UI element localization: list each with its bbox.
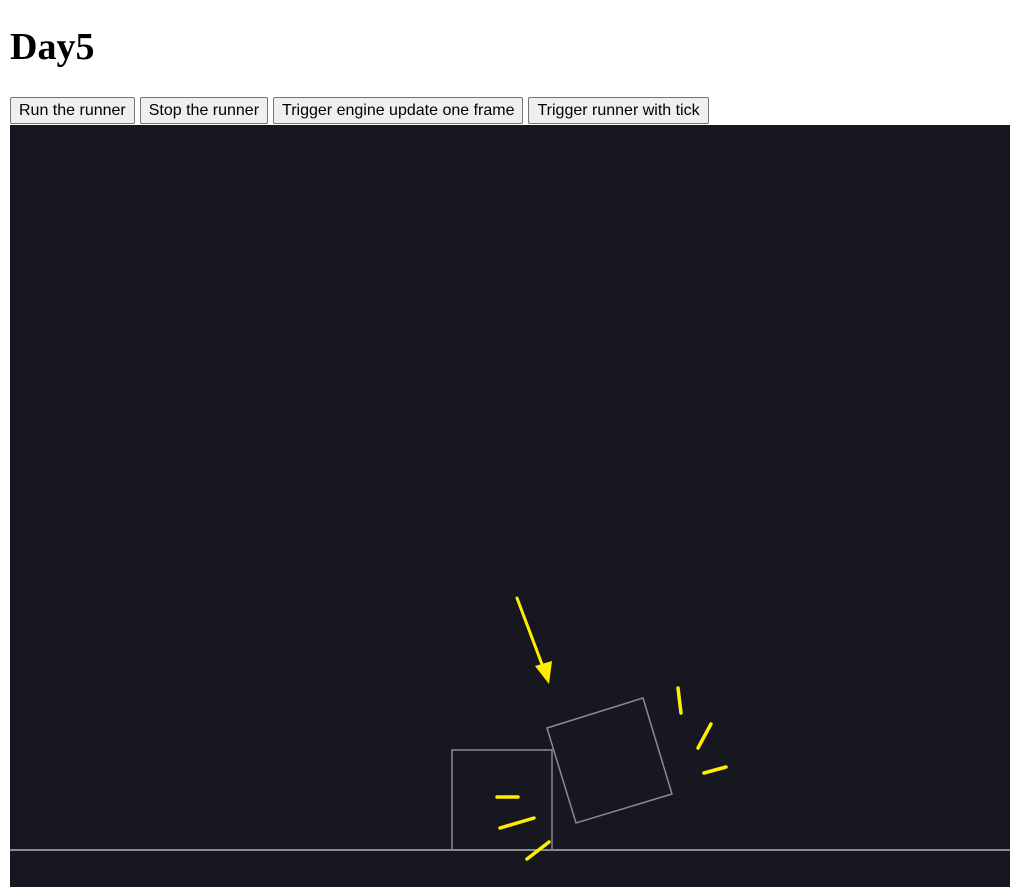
run-runner-button[interactable]: Run the runner (10, 97, 135, 124)
page-title: Day5 (10, 26, 95, 68)
physics-scene (10, 596, 1010, 861)
toolbar: Run the runner Stop the runner Trigger e… (10, 97, 709, 124)
motion-lines-right (676, 686, 728, 775)
box-body-upright (451, 749, 553, 851)
falling-arrow-icon (515, 596, 552, 684)
physics-canvas[interactable] (10, 125, 1010, 887)
box-body-tilted (546, 697, 673, 824)
stop-runner-button[interactable]: Stop the runner (139, 97, 269, 124)
engine-update-frame-button[interactable]: Trigger engine update one frame (273, 97, 524, 124)
runner-tick-button[interactable]: Trigger runner with tick (528, 97, 709, 124)
